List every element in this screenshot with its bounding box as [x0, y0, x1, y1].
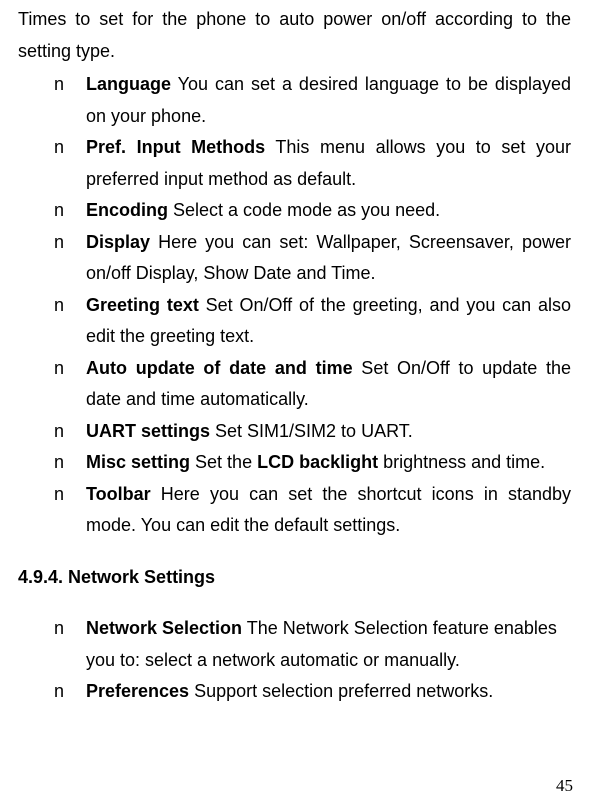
list-item: n Toolbar Here you can set the shortcut … [54, 479, 571, 542]
list-item: n Greeting text Set On/Off of the greeti… [54, 290, 571, 353]
bullet-icon: n [54, 69, 64, 101]
list-item: n Preferences Support selection preferre… [54, 676, 571, 708]
list-item: n Pref. Input Methods This menu allows y… [54, 132, 571, 195]
bullet-icon: n [54, 290, 64, 322]
list-item: n UART settings Set SIM1/SIM2 to UART. [54, 416, 571, 448]
item-label: Pref. Input Methods [86, 137, 265, 157]
item-desc: Here you can set the shortcut icons in s… [86, 484, 571, 536]
bullet-icon: n [54, 132, 64, 164]
item-label: Misc setting [86, 452, 190, 472]
list-item: n Auto update of date and time Set On/Of… [54, 353, 571, 416]
list-item: n Language You can set a desired languag… [54, 69, 571, 132]
bullet-icon: n [54, 447, 64, 479]
item-label: Network Selection [86, 618, 242, 638]
list-item: n Network Selection The Network Selectio… [54, 613, 571, 676]
list-item: n Encoding Select a code mode as you nee… [54, 195, 571, 227]
bullet-icon: n [54, 353, 64, 385]
item-label-2: LCD backlight [257, 452, 378, 472]
bullet-list-2: n Network Selection The Network Selectio… [18, 613, 571, 708]
item-label: Greeting text [86, 295, 199, 315]
section-heading: 4.9.4. Network Settings [18, 562, 571, 594]
bullet-icon: n [54, 613, 64, 645]
item-desc-post: brightness and time. [378, 452, 545, 472]
item-label: Display [86, 232, 150, 252]
item-label: Preferences [86, 681, 189, 701]
list-item: n Display Here you can set: Wallpaper, S… [54, 227, 571, 290]
item-label: Toolbar [86, 484, 151, 504]
item-desc-pre: Set the [190, 452, 257, 472]
list-item: n Misc setting Set the LCD backlight bri… [54, 447, 571, 479]
item-label: Encoding [86, 200, 168, 220]
item-desc: Support selection preferred networks. [189, 681, 493, 701]
item-desc: Here you can set: Wallpaper, Screensaver… [86, 232, 571, 284]
bullet-icon: n [54, 676, 64, 708]
bullet-icon: n [54, 416, 64, 448]
bullet-icon: n [54, 479, 64, 511]
bullet-list-1: n Language You can set a desired languag… [18, 69, 571, 542]
item-label: Auto update of date and time [86, 358, 353, 378]
item-label: Language [86, 74, 171, 94]
bullet-icon: n [54, 227, 64, 259]
intro-text: Times to set for the phone to auto power… [18, 4, 571, 67]
item-desc: Set SIM1/SIM2 to UART. [210, 421, 413, 441]
item-label: UART settings [86, 421, 210, 441]
page-number: 45 [556, 771, 573, 801]
item-desc: Select a code mode as you need. [168, 200, 440, 220]
bullet-icon: n [54, 195, 64, 227]
